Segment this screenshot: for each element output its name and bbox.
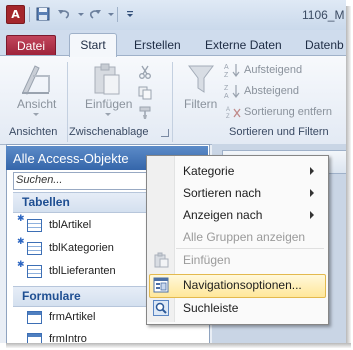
tab-datenbanktools[interactable]: Datenb	[305, 38, 344, 52]
sort-ascending-icon[interactable]: A Z	[224, 62, 242, 78]
access-app-icon[interactable]: A	[6, 5, 25, 24]
qat-separator	[117, 7, 118, 22]
tab-externe-daten[interactable]: Externe Daten	[205, 38, 282, 52]
nav-section-label: Tabellen	[22, 195, 70, 209]
group-zwischenablage-label: Zwischenablage	[69, 126, 149, 138]
relationship-star-icon: ✱	[17, 213, 25, 223]
submenu-arrow-icon	[310, 167, 314, 175]
format-painter-icon[interactable]	[138, 106, 152, 120]
submenu-arrow-icon	[310, 189, 314, 197]
svg-text:A: A	[224, 93, 229, 99]
tab-erstellen[interactable]: Erstellen	[134, 38, 181, 52]
redo-icon[interactable]	[87, 7, 103, 21]
clipboard-dialog-launcher-icon[interactable]	[161, 129, 169, 137]
relationship-star-icon: ✱	[17, 259, 25, 269]
filter-icon	[188, 65, 214, 93]
undo-icon[interactable]	[56, 7, 72, 21]
menu-item-einfuegen[interactable]: Einfügen	[183, 253, 230, 267]
window-shadow	[346, 6, 351, 345]
window-title: 1106_M	[302, 8, 345, 22]
copy-icon[interactable]	[138, 86, 152, 100]
sort-descending-label[interactable]: Absteigend	[244, 85, 299, 97]
paste-icon	[94, 63, 120, 95]
svg-text:A: A	[224, 64, 229, 71]
access-window: A 1106_M Datei Start Erstellen Externe D…	[0, 0, 346, 343]
paste-button-label: Einfügen	[85, 97, 133, 111]
submenu-arrow-icon	[310, 211, 314, 219]
sort-descending-icon[interactable]: Z A	[224, 83, 242, 99]
svg-text:A: A	[226, 107, 230, 113]
svg-text:Z: Z	[224, 72, 229, 78]
nav-item-frmartikel[interactable]: frmArtikel	[49, 311, 95, 323]
paste-dropdown-icon	[105, 113, 111, 116]
relationship-star-icon: ✱	[17, 236, 25, 246]
menu-item-kategorie[interactable]: Kategorie	[183, 164, 234, 178]
svg-text:Z: Z	[226, 114, 230, 119]
view-icon	[22, 65, 50, 95]
paste-icon	[154, 252, 169, 268]
nav-item-tblkategorien[interactable]: tblKategorien	[49, 242, 114, 254]
group-separator	[172, 62, 173, 142]
tab-start[interactable]: Start	[69, 33, 117, 57]
menu-item-navigationsoptionen[interactable]: Navigationsoptionen...	[183, 278, 302, 292]
nav-item-tblartikel[interactable]: tblArtikel	[49, 219, 91, 231]
menu-item-anzeigen-nach[interactable]: Anzeigen nach	[183, 208, 262, 222]
search-icon	[153, 300, 169, 316]
menu-item-suchleiste[interactable]: Suchleiste	[183, 301, 238, 315]
filter-button-label: Filtern	[184, 97, 218, 111]
table-icon	[27, 242, 42, 255]
tab-datei[interactable]: Datei	[6, 35, 56, 56]
svg-text:Z: Z	[224, 85, 229, 92]
cut-icon[interactable]	[138, 65, 152, 79]
table-icon	[27, 265, 42, 278]
nav-item-tbllieferanten[interactable]: tblLieferanten	[49, 265, 116, 277]
navigation-options-icon	[153, 277, 169, 293]
sort-ascending-label[interactable]: Aufsteigend	[244, 64, 302, 76]
save-icon[interactable]	[35, 7, 51, 21]
nav-section-label: Formulare	[22, 289, 81, 303]
group-sortieren-filtern-label: Sortieren und Filtern	[229, 126, 329, 138]
menu-item-alle-gruppen-anzeigen[interactable]: Alle Gruppen anzeigen	[183, 230, 305, 244]
table-icon	[27, 219, 42, 232]
quick-access-toolbar	[0, 0, 346, 30]
nav-item-frmintro[interactable]: frmIntro	[49, 333, 87, 343]
remove-sort-label[interactable]: Sortierung entfern	[244, 106, 332, 118]
customize-qat-icon[interactable]	[122, 7, 138, 21]
form-icon	[27, 333, 42, 343]
menu-separator	[176, 248, 324, 249]
group-separator	[67, 62, 68, 142]
qat-separator	[29, 7, 30, 22]
remove-sort-icon[interactable]: A Z	[226, 105, 242, 119]
view-dropdown-icon	[33, 113, 39, 116]
menu-item-sortieren-nach[interactable]: Sortieren nach	[183, 186, 261, 200]
group-ansichten-label: Ansichten	[9, 126, 58, 138]
view-button-label: Ansicht	[17, 97, 57, 111]
navigation-pane-title: Alle Access-Objekte	[13, 151, 129, 166]
form-icon	[27, 311, 42, 324]
window-shadow	[6, 343, 351, 348]
search-placeholder: Suchen...	[16, 174, 63, 186]
